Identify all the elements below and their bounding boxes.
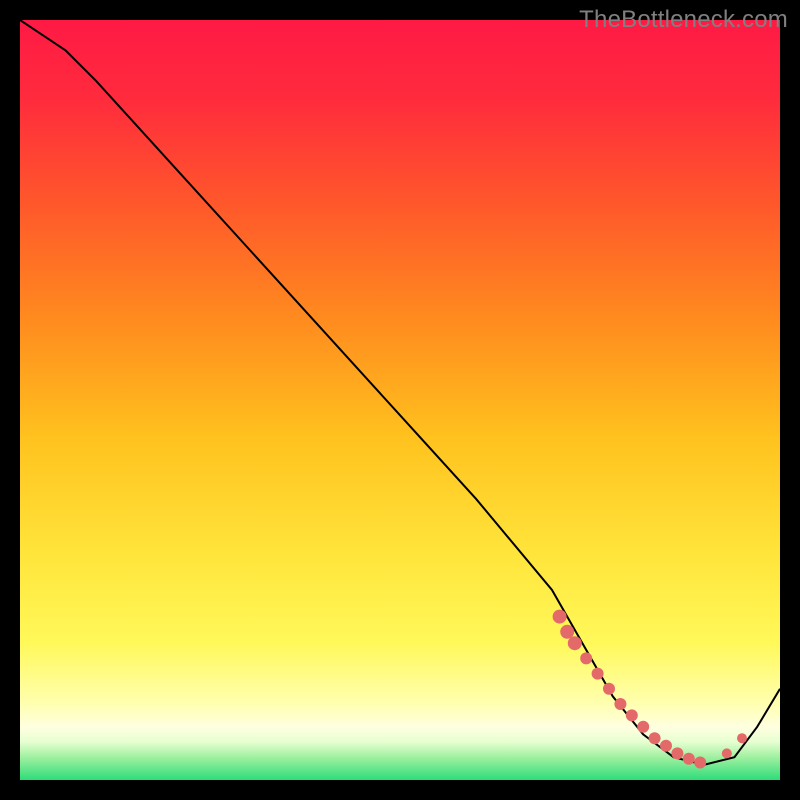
- marker-point: [614, 698, 626, 710]
- marker-point: [737, 733, 747, 743]
- watermark-text: TheBottleneck.com: [579, 6, 788, 34]
- chart-svg: [20, 20, 780, 780]
- marker-point: [694, 757, 706, 769]
- marker-point: [553, 610, 567, 624]
- marker-point: [560, 625, 574, 639]
- marker-point: [660, 740, 672, 752]
- marker-point: [568, 636, 582, 650]
- marker-point: [580, 652, 592, 664]
- marker-point: [649, 732, 661, 744]
- gradient-background: [20, 20, 780, 780]
- plot-area: [20, 20, 780, 780]
- marker-point: [603, 683, 615, 695]
- marker-point: [592, 668, 604, 680]
- chart-frame: TheBottleneck.com: [0, 0, 800, 800]
- marker-point: [671, 747, 683, 759]
- marker-point: [626, 709, 638, 721]
- marker-point: [637, 721, 649, 733]
- marker-point: [722, 748, 732, 758]
- marker-point: [683, 753, 695, 765]
